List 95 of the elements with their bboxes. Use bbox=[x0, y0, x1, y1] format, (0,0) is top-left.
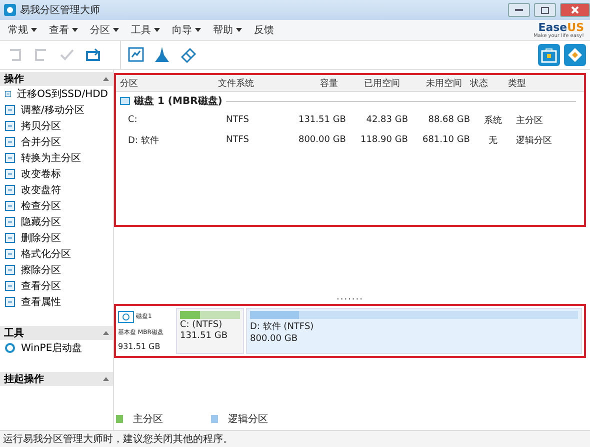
disk-size: 931.51 GB bbox=[118, 342, 162, 352]
panel-icon bbox=[5, 265, 15, 275]
caret-icon bbox=[154, 28, 160, 32]
menu-item[interactable]: 查看 bbox=[43, 23, 84, 37]
column-header[interactable]: 状态 bbox=[466, 76, 504, 90]
table-cell-text: 681.10 GB bbox=[421, 135, 471, 145]
section-header[interactable]: 操作 bbox=[0, 72, 113, 86]
legend-label: 主分区 bbox=[133, 412, 163, 426]
panel-icon bbox=[5, 185, 15, 195]
sidebar-item[interactable]: 检查分区 bbox=[0, 198, 113, 214]
eraser-icon bbox=[179, 46, 197, 64]
logo: EaseUS bbox=[538, 22, 584, 32]
sidebar-item[interactable]: 删除分区 bbox=[0, 230, 113, 246]
sidebar-item[interactable]: 隐藏分区 bbox=[0, 214, 113, 230]
partition-label: C: (NTFS) bbox=[180, 320, 224, 330]
maximize-icon bbox=[541, 6, 549, 14]
panel-icon bbox=[5, 153, 15, 163]
panel-icon bbox=[5, 201, 15, 211]
column-header[interactable]: 已用空间 bbox=[342, 76, 404, 90]
column-header[interactable]: 未用空间 bbox=[404, 76, 466, 90]
section-header[interactable]: 挂起操作 bbox=[0, 372, 113, 386]
sidebar-item[interactable]: 转换为主分区 bbox=[0, 150, 113, 166]
maximize-button[interactable] bbox=[534, 3, 556, 17]
sidebar-item[interactable]: 拷贝分区 bbox=[0, 118, 113, 134]
partition-block[interactable]: D: 软件 (NTFS) 800.00 GB bbox=[246, 308, 582, 354]
menu-item[interactable]: 帮助 bbox=[207, 23, 248, 37]
sidebar-item[interactable]: 调整/移动分区 bbox=[0, 102, 113, 118]
section-header[interactable]: 工具 bbox=[0, 326, 113, 340]
table-cell-text: NTFS bbox=[225, 115, 250, 125]
disk-label: 磁盘 1 (MBR磁盘) bbox=[134, 94, 222, 108]
column-header[interactable]: 分区 bbox=[116, 76, 214, 90]
minimize-button[interactable] bbox=[508, 3, 530, 17]
table-cell-text: 42.83 GB bbox=[365, 115, 409, 125]
collapse-icon bbox=[103, 331, 109, 335]
menu-item[interactable]: 工具 bbox=[125, 23, 166, 37]
panel-icon bbox=[5, 297, 15, 307]
menu-item[interactable]: 常规 bbox=[2, 23, 43, 37]
caret-icon bbox=[113, 28, 119, 32]
sidebar-item[interactable]: 迁移OS到SSD/HDD bbox=[0, 86, 113, 102]
panel-icon bbox=[5, 169, 15, 179]
sidebar-item[interactable]: 格式化分区 bbox=[0, 246, 113, 262]
column-header[interactable]: 文件系统 bbox=[214, 76, 278, 90]
caret-icon bbox=[72, 28, 78, 32]
column-header[interactable]: 容量 bbox=[278, 76, 342, 90]
sidebar-item[interactable]: 改变卷标 bbox=[0, 166, 113, 182]
sidebar-item[interactable]: WinPE启动盘 bbox=[0, 340, 113, 356]
table-cell-text: NTFS bbox=[225, 135, 250, 145]
minimize-icon bbox=[515, 9, 523, 11]
partition-size: 800.00 GB bbox=[250, 334, 299, 344]
table-cell-text: 88.68 GB bbox=[427, 115, 471, 125]
menu-item[interactable]: 反馈 bbox=[248, 23, 280, 37]
panel-icon bbox=[5, 105, 15, 115]
panel-icon bbox=[5, 281, 15, 291]
app-icon bbox=[4, 4, 16, 16]
partition-size: 131.51 GB bbox=[180, 331, 229, 341]
table-cell-text: C: bbox=[127, 115, 138, 125]
panel-icon bbox=[5, 217, 15, 227]
panel-icon bbox=[5, 233, 15, 243]
collapse-icon bbox=[103, 77, 109, 81]
sidebar-item[interactable]: 擦除分区 bbox=[0, 262, 113, 278]
caret-icon bbox=[195, 28, 201, 32]
collapse-icon bbox=[103, 377, 109, 381]
table-cell-text: 131.51 GB bbox=[297, 115, 347, 125]
panel-icon bbox=[5, 89, 12, 99]
legend-label: 逻辑分区 bbox=[228, 412, 268, 426]
menu-item[interactable]: 向导 bbox=[166, 23, 207, 37]
close-icon bbox=[571, 6, 579, 14]
table-cell-text: 118.90 GB bbox=[359, 135, 409, 145]
table-cell-text: 主分区 bbox=[515, 114, 544, 126]
sidebar-item[interactable]: 查看分区 bbox=[0, 278, 113, 294]
table-cell-text: 系统 bbox=[483, 114, 503, 126]
refresh-icon bbox=[84, 46, 102, 64]
caret-icon bbox=[236, 28, 242, 32]
panel-icon bbox=[5, 121, 15, 131]
table-cell-text: 800.00 GB bbox=[297, 135, 347, 145]
disc-icon bbox=[5, 343, 15, 353]
table-cell-text: D: 软件 bbox=[127, 134, 160, 146]
status-text: 运行易我分区管理大师时，建议您关闭其他的程序。 bbox=[3, 432, 233, 446]
window-title: 易我分区管理大师 bbox=[20, 4, 101, 17]
caret-icon bbox=[31, 28, 37, 32]
table-cell-text: 逻辑分区 bbox=[515, 134, 553, 146]
sidebar-item[interactable]: 改变盘符 bbox=[0, 182, 113, 198]
briefcase-icon[interactable] bbox=[538, 44, 560, 66]
panel-icon bbox=[5, 249, 15, 259]
sidebar-item[interactable]: 查看属性 bbox=[0, 294, 113, 310]
sidebar-item[interactable]: 合并分区 bbox=[0, 134, 113, 150]
partition-label: D: 软件 (NTFS) bbox=[250, 320, 315, 333]
table-cell-text: 无 bbox=[488, 134, 498, 146]
panel-icon bbox=[5, 137, 15, 147]
partition-block[interactable]: C: (NTFS) 131.51 GB bbox=[176, 308, 244, 354]
column-header[interactable]: 类型 bbox=[504, 76, 584, 90]
close-button[interactable] bbox=[560, 3, 590, 17]
monitor-icon bbox=[127, 46, 145, 64]
splitter-handle[interactable]: ······· bbox=[336, 296, 364, 304]
menu-item[interactable]: 分区 bbox=[84, 23, 125, 37]
